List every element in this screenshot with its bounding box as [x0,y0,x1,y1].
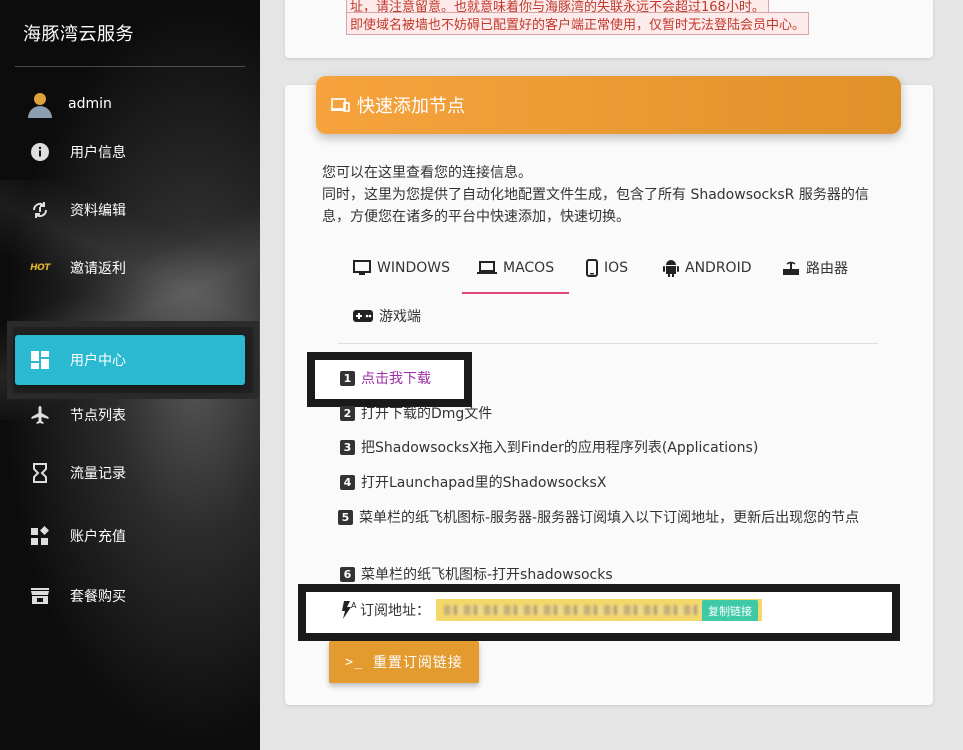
router-icon [782,260,800,276]
card-title: 快速添加节点 [357,96,465,117]
sidebar: 海豚湾云服务 admin 用户信息 资料编辑 HOT 邀请返利 用户中心 节点列… [0,0,260,750]
step-6: 6 菜单栏的纸飞机图标-打开shadowsocks [340,565,880,586]
sidebar-item-label: 账户充值 [70,529,126,545]
sidebar-item-user-center[interactable]: 用户中心 [15,335,245,385]
tab-label: IOS [604,260,629,276]
step-number: 5 [338,510,353,525]
lightning-a-icon: A [338,600,358,620]
card-description: 您可以在这里查看您的连接信息。 同时，这里为您提供了自动化地配置文件生成，包含了… [322,162,892,228]
step-5: 5 菜单栏的纸飞机图标-服务器-服务器订阅填入以下订阅地址，更新后出现您的节点 [338,508,873,529]
step-4: 4 打开Launchapad里的ShadowsocksX [340,473,880,494]
sidebar-item-label: 节点列表 [70,408,126,424]
divider [15,66,245,67]
sync-icon [27,197,53,223]
gamepad-icon [353,310,373,322]
card-header: 快速添加节点 [316,76,901,134]
sidebar-item-label: 流量记录 [70,466,126,482]
devices-icon [331,97,351,113]
tab-android[interactable]: ANDROID [663,248,752,288]
hot-badge: HOT [30,263,50,273]
tab-macos[interactable]: MACOS [461,248,570,294]
sidebar-item-node-list[interactable]: 节点列表 [15,393,245,437]
step-1: 1 点击我下载 [340,369,880,390]
sidebar-item-traffic-log[interactable]: 流量记录 [15,451,245,495]
sidebar-item-recharge[interactable]: 账户充值 [15,514,245,558]
sidebar-user[interactable]: admin [15,82,245,126]
step-text: 菜单栏的纸飞机图标-服务器-服务器订阅填入以下订阅地址，更新后出现您的节点 [359,510,860,526]
tab-label: 游戏端 [379,309,421,325]
notice-line-2: 即使域名被墙也不妨碍已配置好的客户端正常使用，仅暂时无法登陆会员中心。 [346,12,810,35]
airplane-icon [27,402,53,428]
info-icon [27,139,53,165]
tab-router[interactable]: 路由器 [782,248,848,288]
desc-line-2: 同时，这里为您提供了自动化地配置文件生成，包含了所有 ShadowsocksR … [322,187,869,225]
step-number: 2 [340,406,355,421]
sidebar-item-label: 用户信息 [70,145,126,161]
platform-tabs: WINDOWS MACOS IOS ANDROID 路由器 游戏端 [338,248,878,344]
terminal-icon: >_ [345,654,363,670]
monitor-icon [353,260,371,276]
step-text: 打开Launchapad里的ShadowsocksX [361,475,607,491]
subscription-url[interactable]: 复制链接 [436,599,762,621]
sidebar-item-plan-purchase[interactable]: 套餐购买 [15,574,245,618]
tab-label: 路由器 [806,261,848,277]
step-number: 1 [340,371,355,386]
tab-gaming[interactable]: 游戏端 [353,296,421,336]
step-text: 把ShadowsocksX拖入到Finder的应用程序列表(Applicatio… [361,440,759,456]
sidebar-item-label: 用户中心 [70,353,126,369]
android-icon [663,259,679,277]
step-number: 3 [340,440,355,455]
reset-subscription-button[interactable]: >_ 重置订阅链接 [329,641,479,683]
tab-label: WINDOWS [377,260,450,276]
step-3: 3 把ShadowsocksX拖入到Finder的应用程序列表(Applicati… [340,438,880,459]
tab-label: ANDROID [685,260,752,276]
subscription-label: 订阅地址： [360,603,430,619]
sidebar-item-label: 套餐购买 [70,589,126,605]
laptop-icon [477,261,497,275]
notice-card: 址，请注意留意。也就意味着你与海豚湾的失联永远不会超过168小时。 即使域名被墙… [285,0,933,58]
store-icon [27,583,53,609]
sidebar-item-label: 资料编辑 [70,203,126,219]
step-number: 4 [340,475,355,490]
svg-text:A: A [351,601,357,610]
avatar-icon [27,91,53,118]
reset-button-label: 重置订阅链接 [372,655,463,671]
desc-line-1: 您可以在这里查看您的连接信息。 [322,165,532,181]
step-text: 菜单栏的纸飞机图标-打开shadowsocks [361,567,613,583]
sidebar-item-label: 邀请返利 [70,261,126,277]
phone-icon [586,259,598,277]
step-number: 6 [340,567,355,582]
sidebar-item-referral[interactable]: HOT 邀请返利 [15,246,245,290]
tab-label: MACOS [503,260,555,276]
username: admin [68,96,112,112]
subscription-row: A 订阅地址： 复制链接 [338,598,762,622]
hot-icon: HOT [27,255,53,281]
widgets-icon [27,523,53,549]
dashboard-icon [27,347,53,373]
step-2: 2 打开下载的Dmg文件 [340,404,880,425]
step-text: 打开下载的Dmg文件 [361,406,493,422]
download-link[interactable]: 点击我下载 [361,371,431,387]
sidebar-item-user-info[interactable]: 用户信息 [15,130,245,174]
sidebar-item-profile-edit[interactable]: 资料编辑 [15,188,245,232]
copy-link-button[interactable]: 复制链接 [702,600,758,621]
tab-ios[interactable]: IOS [586,248,628,288]
brand-title: 海豚湾云服务 [23,24,134,45]
tab-windows[interactable]: WINDOWS [353,248,450,288]
hourglass-icon [27,460,53,486]
